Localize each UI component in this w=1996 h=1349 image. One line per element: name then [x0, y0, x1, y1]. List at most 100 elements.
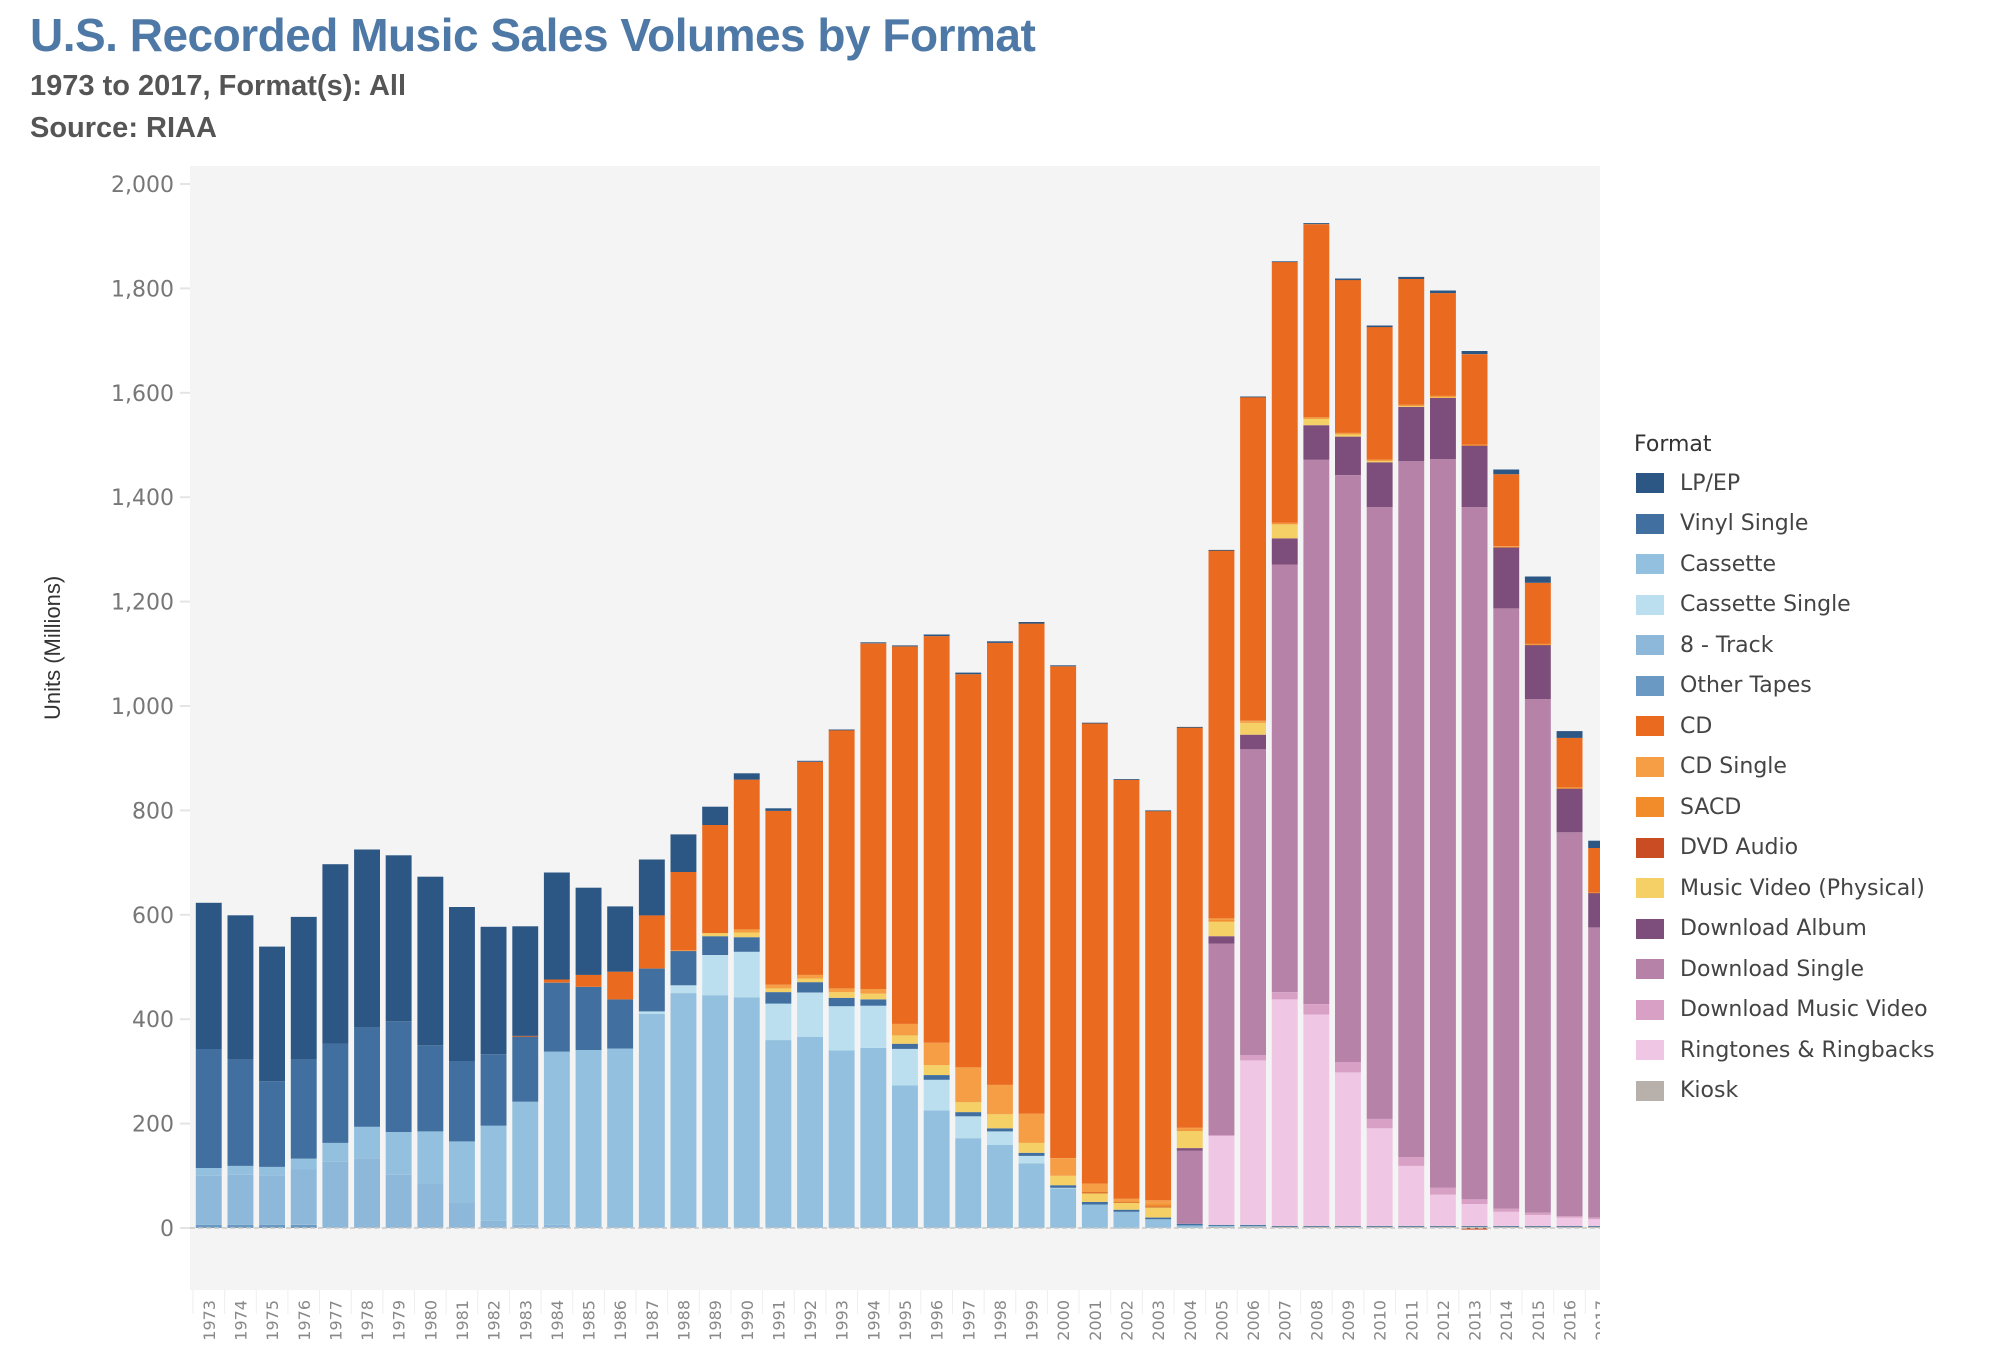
bar-segment[interactable] [1493, 547, 1520, 609]
bar-segment[interactable] [417, 1183, 444, 1228]
bar-segment[interactable] [543, 1051, 570, 1225]
bar-segment[interactable] [1461, 351, 1488, 355]
bar-segment[interactable] [417, 1131, 444, 1184]
bar-segment[interactable] [1398, 279, 1425, 405]
legend-item[interactable]: Ringtones & Ringbacks [1634, 1030, 1935, 1071]
bar-segment[interactable] [607, 906, 634, 972]
bar-segment[interactable] [1398, 404, 1425, 406]
bar-segment[interactable] [638, 968, 665, 1012]
bar-segment[interactable] [923, 1075, 950, 1080]
bar-segment[interactable] [1461, 445, 1488, 508]
bar-segment[interactable] [1113, 1201, 1140, 1203]
bar-segment[interactable] [1208, 1136, 1235, 1225]
bar-segment[interactable] [1588, 1225, 1600, 1227]
legend-item[interactable]: Download Single [1634, 949, 1935, 990]
bar-segment[interactable] [733, 997, 760, 1228]
legend-item[interactable]: Cassette [1634, 544, 1935, 585]
bar-segment[interactable] [1271, 522, 1298, 524]
bar-segment[interactable] [1208, 1225, 1235, 1227]
bar-segment[interactable] [1113, 779, 1140, 780]
bar-segment[interactable] [1081, 1204, 1108, 1229]
bar-segment[interactable] [923, 636, 950, 1043]
bar-segment[interactable] [1303, 425, 1330, 460]
bar-segment[interactable] [860, 643, 887, 989]
bar-segment[interactable] [1018, 1142, 1045, 1153]
bar-segment[interactable] [290, 916, 317, 1060]
bar-segment[interactable] [1113, 1211, 1140, 1228]
bar-segment[interactable] [607, 1048, 634, 1228]
bar-segment[interactable] [1271, 999, 1298, 1226]
legend-item[interactable]: SACD [1634, 787, 1935, 828]
bar-segment[interactable] [1335, 436, 1361, 476]
bar-segment[interactable] [575, 1050, 602, 1227]
bar-segment[interactable] [195, 1168, 222, 1176]
bar-segment[interactable] [1430, 1187, 1456, 1195]
bar-segment[interactable] [828, 730, 855, 989]
bar-segment[interactable] [1050, 1158, 1077, 1176]
bar-segment[interactable] [1176, 726, 1203, 728]
bar-segment[interactable] [892, 1023, 918, 1036]
bar-segment[interactable] [1398, 276, 1425, 279]
bar-segment[interactable] [354, 1126, 380, 1159]
bar-segment[interactable] [1556, 737, 1583, 788]
bar-segment[interactable] [765, 1003, 792, 1041]
bar-segment[interactable] [702, 995, 729, 1228]
bar-segment[interactable] [955, 1116, 982, 1139]
bar-segment[interactable] [385, 1174, 412, 1228]
bar-segment[interactable] [1430, 398, 1456, 460]
bar-segment[interactable] [1461, 354, 1488, 445]
bar-segment[interactable] [733, 773, 760, 780]
bar-segment[interactable] [1271, 564, 1298, 993]
bar-segment[interactable] [480, 926, 507, 1055]
bar-segment[interactable] [1081, 1193, 1108, 1202]
bar-segment[interactable] [1240, 1224, 1266, 1226]
bar-segment[interactable] [702, 806, 729, 825]
bar-segment[interactable] [480, 1125, 507, 1221]
bar-segment[interactable] [765, 1040, 792, 1228]
bar-segment[interactable] [195, 1175, 222, 1225]
bar-segment[interactable] [1335, 280, 1361, 433]
bar-segment[interactable] [290, 1158, 317, 1170]
bar-segment[interactable] [1556, 832, 1583, 1216]
bar-segment[interactable] [1303, 1004, 1330, 1015]
bar-segment[interactable] [765, 988, 792, 993]
bar-segment[interactable] [1208, 549, 1235, 551]
bar-segment[interactable] [1145, 810, 1172, 812]
bar-segment[interactable] [1588, 1219, 1600, 1226]
bar-segment[interactable] [1398, 1165, 1425, 1226]
bar-segment[interactable] [1335, 434, 1361, 437]
bar-segment[interactable] [765, 808, 792, 811]
bar-segment[interactable] [1240, 749, 1266, 1056]
bar-segment[interactable] [259, 1175, 285, 1225]
bar-segment[interactable] [607, 971, 634, 1000]
legend-item[interactable]: CD Single [1634, 747, 1935, 788]
bar-segment[interactable] [1240, 397, 1266, 721]
bar-segment[interactable] [512, 1035, 539, 1037]
bar-segment[interactable] [1556, 1217, 1583, 1226]
bar-segment[interactable] [670, 834, 697, 872]
bar-segment[interactable] [1461, 1225, 1488, 1227]
bar-segment[interactable] [1398, 1157, 1425, 1166]
bar-segment[interactable] [1176, 727, 1203, 1128]
bar-segment[interactable] [1335, 1072, 1361, 1226]
bar-segment[interactable] [1556, 787, 1583, 789]
bar-segment[interactable] [543, 982, 570, 1052]
bar-segment[interactable] [702, 955, 729, 996]
bar-segment[interactable] [797, 978, 823, 983]
bar-segment[interactable] [892, 646, 918, 1024]
bar-segment[interactable] [828, 729, 855, 731]
bar-segment[interactable] [638, 1014, 665, 1228]
bar-segment[interactable] [987, 1085, 1013, 1115]
bar-segment[interactable] [543, 979, 570, 983]
bar-segment[interactable] [512, 926, 539, 1036]
bar-segment[interactable] [543, 1224, 570, 1228]
bar-segment[interactable] [702, 825, 729, 934]
bar-segment[interactable] [923, 1042, 950, 1066]
bar-segment[interactable] [1081, 722, 1108, 724]
bar-segment[interactable] [1081, 1183, 1108, 1193]
bar-segment[interactable] [1493, 546, 1520, 548]
bar-segment[interactable] [1366, 1128, 1393, 1226]
bar-segment[interactable] [1145, 1217, 1172, 1220]
bar-segment[interactable] [828, 1006, 855, 1051]
legend-item[interactable]: Cassette Single [1634, 585, 1935, 626]
